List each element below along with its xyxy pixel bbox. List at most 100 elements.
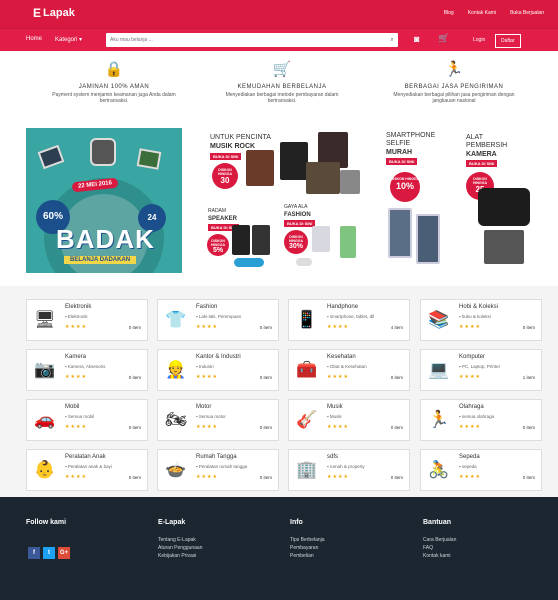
- category-name[interactable]: Fashion: [196, 304, 217, 310]
- category-name[interactable]: Mobil: [65, 404, 79, 410]
- category-sub-text: Obat & Kesehatan: [329, 364, 367, 369]
- category-rating: ★★★★: [65, 374, 87, 380]
- main-banner[interactable]: 22 MEI 2016 60% 24 BADAK BELANJA DADAKAN: [26, 128, 182, 273]
- footer-col-info: Info Tips Berbelanja Pembayaran Pembelia…: [290, 519, 325, 560]
- promo-discount-value: 30%: [288, 243, 303, 250]
- category-count: 0 item: [128, 425, 141, 430]
- category-sub: ▪ Semua mobil: [65, 414, 94, 419]
- category-name[interactable]: Elektronik: [65, 304, 91, 310]
- category-card[interactable]: 🏢 sdfs ▪ rumah & property ★★★★ 0 item: [288, 449, 410, 491]
- phone-image: [416, 214, 440, 264]
- laptop-icon: 💻: [428, 360, 450, 379]
- footer-link[interactable]: Pembayaran: [290, 544, 325, 552]
- category-name[interactable]: Hobi & Koleksi: [459, 304, 498, 310]
- promo-discount-badge: DISKON HINGGA 10%: [390, 172, 420, 202]
- category-sub: ▪ Semua motor: [196, 414, 226, 419]
- category-count: 0 item: [128, 375, 141, 380]
- footer-link[interactable]: Tips Berbelanja: [290, 536, 325, 544]
- facebook-icon[interactable]: f: [28, 547, 40, 559]
- category-card[interactable]: 👶 Peralatan Anak ▪ Peralatan anak & bayi ★★…: [26, 449, 148, 491]
- category-card[interactable]: 📱 Handphone ▪ smartphone, tablet, dll ★★★★ 4…: [288, 299, 410, 341]
- register-button[interactable]: Daftar: [495, 34, 521, 48]
- category-card[interactable]: 📷 Kamera ▪ Kamera, Aksesoris ★★★★ 0 item: [26, 349, 148, 391]
- category-count: 0 item: [390, 375, 403, 380]
- google-plus-icon[interactable]: G+: [58, 547, 70, 559]
- category-name[interactable]: Handphone: [327, 304, 358, 310]
- banner-hours: 24: [147, 213, 157, 222]
- camera-icon[interactable]: ◙: [414, 34, 419, 44]
- category-card[interactable]: 📚 Hobi & Koleksi ▪ buku & koleksi ★★★★ 0 ite…: [420, 299, 542, 341]
- category-sub-text: buku & koleksi: [461, 314, 491, 319]
- category-name[interactable]: Kesehatan: [327, 354, 356, 360]
- nav-category-dropdown[interactable]: Kategori ▾: [55, 36, 82, 43]
- category-count: 0 item: [259, 425, 272, 430]
- site-logo[interactable]: E Lapak: [33, 6, 75, 20]
- category-name[interactable]: Sepeda: [459, 454, 480, 460]
- category-name[interactable]: Peralatan Anak: [65, 454, 106, 460]
- category-name[interactable]: Musik: [327, 404, 343, 410]
- category-count: 4 item: [390, 325, 403, 330]
- twitter-icon[interactable]: t: [43, 547, 55, 559]
- category-count: 0 item: [128, 475, 141, 480]
- promo-line1: RADAM: [208, 208, 227, 214]
- contact-link[interactable]: Kontak Kami: [468, 10, 496, 16]
- category-name[interactable]: Rumah Tangga: [196, 454, 237, 460]
- search-input[interactable]: [106, 34, 386, 46]
- category-card[interactable]: 🍲 Rumah Tangga ▪ Peralatan rumah tangga ★★★…: [157, 449, 279, 491]
- category-sub-text: PC, Laptop, Printer: [461, 364, 501, 369]
- album-image: [306, 162, 340, 194]
- footer-follow-title: Follow kami: [26, 519, 67, 526]
- category-card[interactable]: 👷 Kantor & Industri ▪ Industri ★★★★ 0 item: [157, 349, 279, 391]
- footer-link[interactable]: Kebijakan Privasi: [158, 552, 202, 560]
- category-name[interactable]: Motor: [196, 404, 211, 410]
- login-link[interactable]: Login: [473, 37, 485, 43]
- cart-icon: 🛒: [272, 61, 292, 78]
- cart-icon[interactable]: 🛒: [438, 33, 449, 44]
- camera-icon: 📷: [34, 360, 56, 379]
- category-sub: ▪ Peralatan rumah tangga: [196, 464, 247, 469]
- category-name[interactable]: Olahraga: [459, 404, 484, 410]
- category-card[interactable]: 🏃 Olahraga ▪ semua olahraga ★★★★ 0 item: [420, 399, 542, 441]
- nav-home-link[interactable]: Home: [26, 36, 42, 42]
- category-sub: ▪ Industri: [196, 364, 214, 369]
- banner-tagline: BELANJA DADAKAN: [64, 256, 137, 264]
- category-sub: ▪ Obat & Kesehatan: [327, 364, 367, 369]
- footer-link[interactable]: Kontak kami: [423, 552, 456, 560]
- promo-cta[interactable]: BUKA DI SINI: [386, 158, 418, 165]
- category-card[interactable]: 👕 Fashion ▪ Laki-laki, Perempuan ★★★★ 0 item: [157, 299, 279, 341]
- album-image: [340, 170, 360, 194]
- category-name[interactable]: sdfs: [327, 454, 338, 460]
- speaker-image: [234, 258, 264, 267]
- category-card[interactable]: 💻 Komputer ▪ PC, Laptop, Printer ★★★★ 1 item: [420, 349, 542, 391]
- footer-link[interactable]: Pembelian: [290, 552, 325, 560]
- promo-cta[interactable]: BUKA DI SINI: [466, 160, 498, 167]
- category-card[interactable]: 🚗 Mobil ▪ Semua mobil ★★★★ 0 item: [26, 399, 148, 441]
- category-name[interactable]: Kantor & Industri: [196, 354, 241, 360]
- category-rating: ★★★★: [327, 324, 349, 330]
- category-card[interactable]: 🧰 Kesehatan ▪ Obat & Kesehatan ★★★★ 0 item: [288, 349, 410, 391]
- dslr-camera-image: [478, 188, 530, 226]
- open-shop-link[interactable]: Buka Berjualan: [510, 10, 544, 16]
- footer-link[interactable]: Aturan Penggunaan: [158, 544, 202, 552]
- books-icon: 📚: [428, 310, 450, 329]
- category-card[interactable]: 🏍 Motor ▪ Semua motor ★★★★ 0 item: [157, 399, 279, 441]
- footer-link[interactable]: Tentang E-Lapak: [158, 536, 202, 544]
- category-sub: ▪ Elektronik: [65, 314, 88, 319]
- category-name[interactable]: Kamera: [65, 354, 86, 360]
- cooker-image: [90, 138, 116, 166]
- footer-link[interactable]: Cara Berjualan: [423, 536, 456, 544]
- footer-link[interactable]: FAQ: [423, 544, 456, 552]
- category-card[interactable]: 🖥 Elektronik ▪ Elektronik ★★★★ 0 item: [26, 299, 148, 341]
- category-name[interactable]: Komputer: [459, 354, 485, 360]
- feature-desc: Menyediakan berbagai metode pembayaran d…: [225, 92, 339, 104]
- category-rating: ★★★★: [196, 324, 218, 330]
- category-card[interactable]: 🚴 Sepeda ▪ sepeda ★★★★ 0 item: [420, 449, 542, 491]
- search-icon[interactable]: ⌕: [386, 37, 398, 44]
- category-card[interactable]: 🎸 Musik ▪ Musik ★★★★ 0 item: [288, 399, 410, 441]
- promo-cta[interactable]: BUKA DI SINI: [210, 153, 242, 160]
- category-count: 0 item: [522, 475, 535, 480]
- promo-cta[interactable]: BUKA DI SINI: [284, 220, 316, 227]
- blog-link[interactable]: Blog: [444, 10, 454, 16]
- worker-icon: 👷: [165, 360, 187, 379]
- category-section: 🖥 Elektronik ▪ Elektronik ★★★★ 0 item 👕 Fashio…: [0, 286, 558, 497]
